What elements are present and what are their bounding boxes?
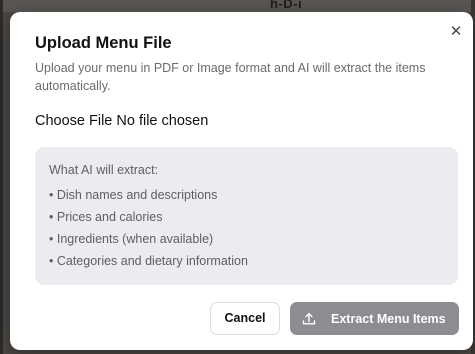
cancel-button[interactable]: Cancel — [210, 302, 280, 335]
background-app-strip — [0, 0, 475, 12]
dialog-description: Upload your menu in PDF or Image format … — [35, 61, 426, 93]
file-input[interactable]: Choose File No file chosen — [35, 113, 208, 129]
extraction-info-box: What AI will extract: Dish names and des… — [35, 147, 458, 285]
list-item: Ingredients (when available) — [49, 228, 458, 250]
upload-icon — [302, 312, 316, 324]
info-list: Dish names and descriptions Prices and c… — [49, 184, 458, 272]
background-app-edge — [0, 0, 3, 354]
choose-file-button[interactable]: Choose File — [35, 113, 112, 129]
list-item: Categories and dietary information — [49, 250, 458, 272]
list-item: Prices and calories — [49, 206, 458, 228]
extract-menu-items-button[interactable]: Extract Menu Items — [290, 302, 459, 335]
dialog-title: Upload Menu File — [35, 34, 172, 52]
extract-button-label: Extract Menu Items — [331, 311, 446, 326]
upload-menu-dialog: ✕ Upload Menu File Upload your menu in P… — [10, 12, 473, 350]
close-icon[interactable]: ✕ — [448, 24, 464, 40]
info-heading: What AI will extract: — [49, 163, 159, 177]
list-item: Dish names and descriptions — [49, 184, 458, 206]
file-status: No file chosen — [116, 113, 209, 129]
background-peek-text: h-D-i — [270, 0, 303, 11]
